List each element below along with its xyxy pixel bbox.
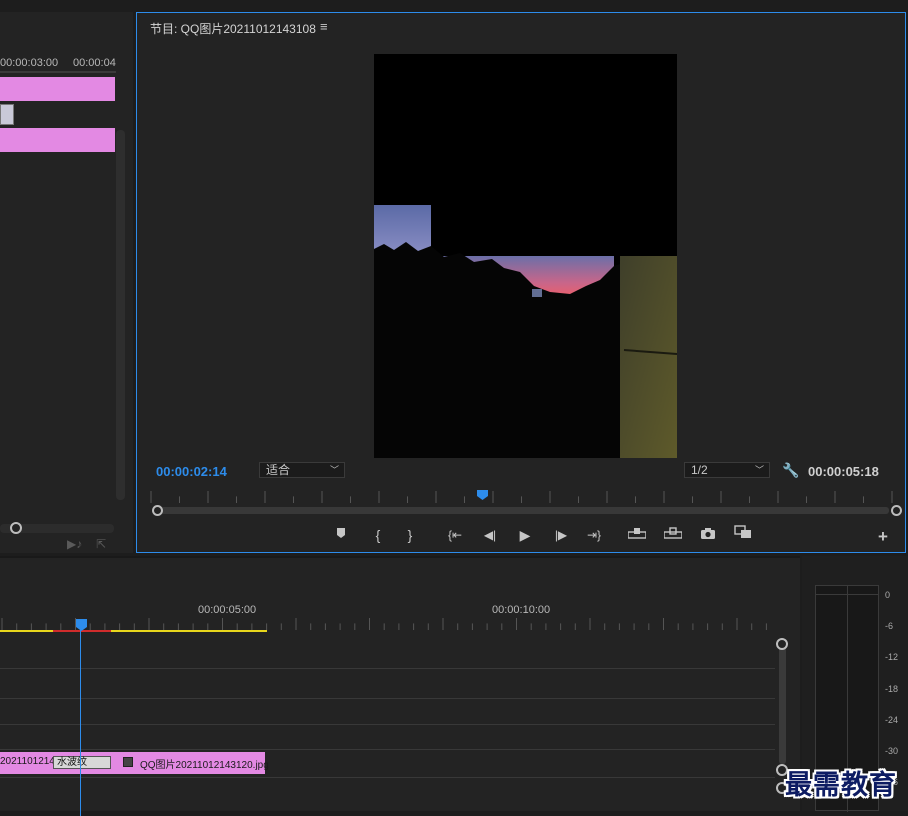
chevron-down-icon: ﹀ [754, 465, 764, 475]
mark-out-icon[interactable]: } [400, 525, 420, 545]
source-ruler-label-2: 00:00:04 [73, 57, 116, 69]
clip-left-label: 2021101214 [0, 756, 55, 767]
render-bar-yellow [0, 630, 53, 632]
resolution-dropdown-value: 1/2 [691, 463, 708, 477]
go-to-in-icon[interactable]: {⇤ [445, 525, 465, 545]
timeline-clip[interactable]: 2021101214 水波纹 QQ图片20211012143120.jpg [0, 752, 269, 774]
program-time-ruler[interactable] [149, 491, 893, 503]
meter-tick: -30 [885, 746, 899, 756]
meter-peak-line [816, 594, 878, 595]
meter-tick: -18 [885, 684, 899, 694]
track-divider [0, 698, 775, 699]
add-button[interactable]: + [873, 527, 893, 547]
extract-icon[interactable] [663, 525, 683, 545]
timeline-label-10s: 00:00:10:00 [492, 604, 551, 616]
chevron-down-icon: ﹀ [329, 465, 339, 475]
render-bar-yellow [111, 630, 267, 632]
program-monitor-panel: 节目: QQ图片20211012143108 ≡ 00:00:02:14 适合 … [136, 12, 906, 553]
source-clip-video[interactable] [0, 77, 115, 101]
duration-timecode: 00:00:05:18 [808, 464, 879, 479]
hamburger-menu-icon[interactable]: ≡ [320, 19, 328, 34]
lift-icon[interactable] [627, 525, 647, 545]
mark-in-icon[interactable]: { [368, 525, 388, 545]
track-divider [0, 724, 775, 725]
panel-header-strip [0, 0, 133, 12]
timeline-vertical-scrollbar[interactable] [779, 642, 786, 764]
transition-effect-label[interactable]: 水波纹 [53, 756, 111, 769]
camera-icon[interactable] [698, 525, 718, 545]
meter-tick: -6 [885, 621, 894, 631]
track-divider [0, 749, 775, 750]
program-playhead[interactable] [476, 490, 488, 500]
fit-dropdown[interactable]: 适合 ﹀ [259, 462, 345, 478]
timeline-label-5s: 00:00:05:00 [198, 604, 257, 616]
watermark-logo: 最需教育 [785, 770, 897, 801]
scrub-start-handle[interactable] [152, 505, 163, 516]
program-scrub-bar[interactable] [155, 507, 889, 514]
source-ruler-label-1: 00:00:03:00 [0, 57, 59, 69]
video-frame-image [374, 54, 677, 458]
source-vertical-scrollbar[interactable] [116, 130, 125, 500]
comparison-view-icon[interactable] [733, 525, 753, 545]
source-zoom-handle[interactable] [10, 522, 22, 534]
fit-dropdown-value: 适合 [266, 463, 291, 477]
clip-name: QQ图片20211012143120.jpg [140, 760, 269, 771]
resolution-dropdown[interactable]: 1/2 ﹀ [684, 462, 770, 478]
meter-tick: -24 [885, 715, 899, 725]
timeline-playhead-line[interactable] [80, 626, 81, 816]
panel-title: 节目: QQ图片20211012143108 [150, 22, 316, 36]
scrub-end-handle[interactable] [891, 505, 902, 516]
wrench-icon[interactable]: 🔧 [782, 462, 799, 479]
add-marker-icon[interactable] [331, 525, 351, 545]
timeline-playhead[interactable] [76, 619, 87, 631]
current-timecode[interactable]: 00:00:02:14 [156, 464, 227, 479]
audio-icon[interactable]: ▶♪ [67, 537, 82, 551]
play-icon[interactable]: ▶ [515, 525, 535, 545]
source-transition-block[interactable] [0, 104, 14, 125]
export-icon[interactable]: ⇱ [96, 537, 106, 551]
step-back-icon[interactable]: ◀| [480, 525, 500, 545]
meter-tick: -12 [885, 652, 899, 662]
meter-tick: 0 [885, 590, 891, 600]
scroll-top-handle[interactable] [776, 638, 788, 650]
go-to-out-icon[interactable]: ⇥} [584, 525, 604, 545]
step-forward-icon[interactable]: |▶ [551, 525, 571, 545]
source-clip-audio[interactable] [0, 128, 115, 152]
fx-badge-icon [123, 757, 133, 767]
source-ruler-line [0, 71, 116, 73]
track-divider [0, 668, 775, 669]
video-preview [374, 54, 677, 458]
track-divider [0, 777, 775, 778]
source-monitor-panel: 00:00:03:00 00:00:04 ▶♪ ⇱ [0, 0, 133, 553]
timeline-panel: 00:00:05:00 00:00:10:00 2021101214 水波纹 Q… [0, 556, 800, 816]
